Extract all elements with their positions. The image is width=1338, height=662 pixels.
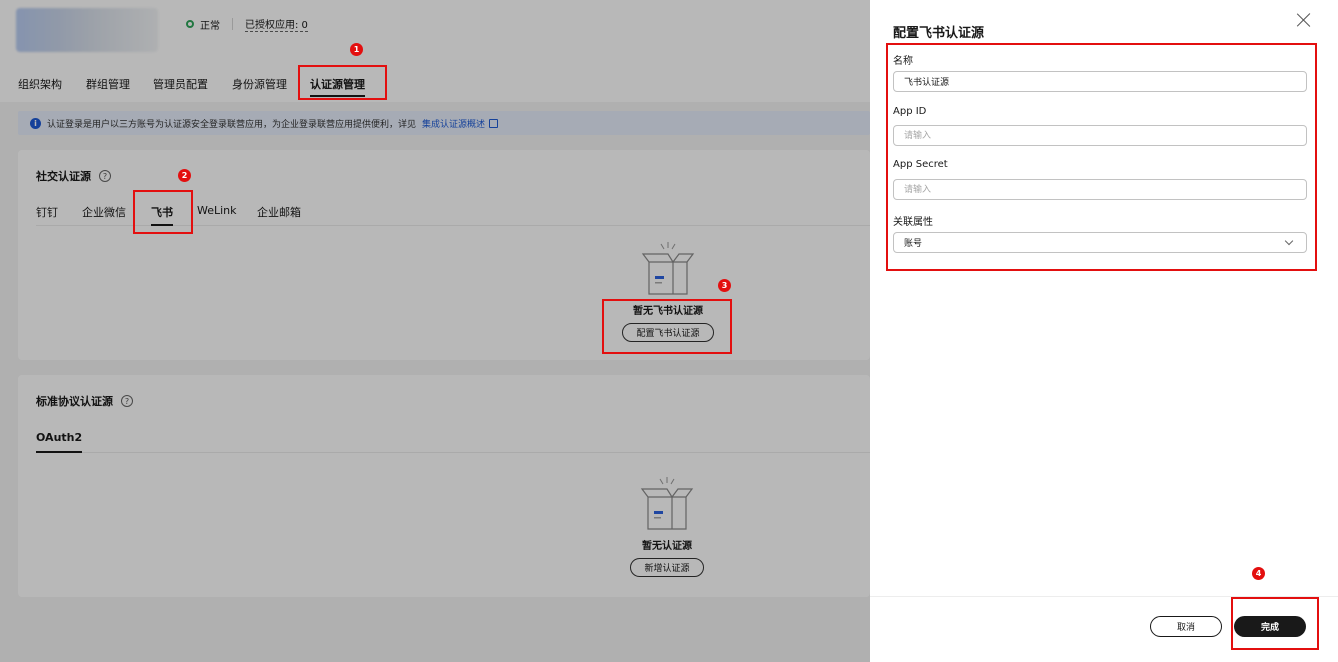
chevron-down-icon [1284, 236, 1294, 245]
modal-overlay[interactable] [0, 0, 870, 662]
app-id-input[interactable] [893, 125, 1307, 146]
done-button[interactable]: 完成 [1234, 616, 1306, 637]
step-marker-4: 4 [1252, 567, 1265, 580]
attribute-select[interactable]: 账号 [893, 232, 1307, 253]
step-marker-2: 2 [178, 169, 191, 182]
name-input[interactable] [893, 71, 1307, 92]
cancel-button[interactable]: 取消 [1150, 616, 1222, 637]
step-marker-1: 1 [350, 43, 363, 56]
drawer-title: 配置飞书认证源 [893, 26, 985, 41]
app-secret-input[interactable] [893, 179, 1307, 200]
step-marker-3: 3 [718, 279, 731, 292]
name-label: 名称 [893, 56, 913, 67]
close-icon[interactable] [1296, 12, 1312, 28]
app-id-label: App ID [893, 106, 927, 117]
attribute-label: 关联属性 [893, 217, 933, 228]
drawer-footer: 取消 完成 [870, 596, 1338, 662]
attribute-select-value: 账号 [904, 239, 923, 249]
configure-feishu-drawer: 配置飞书认证源 名称 App ID App Secret 关联属性 账号 取消 … [870, 0, 1338, 662]
background-page: 正常 已授权应用: 0 组织架构 群组管理 管理员配置 身份源管理 认证源管理 … [0, 0, 870, 662]
app-secret-label: App Secret [893, 159, 948, 170]
